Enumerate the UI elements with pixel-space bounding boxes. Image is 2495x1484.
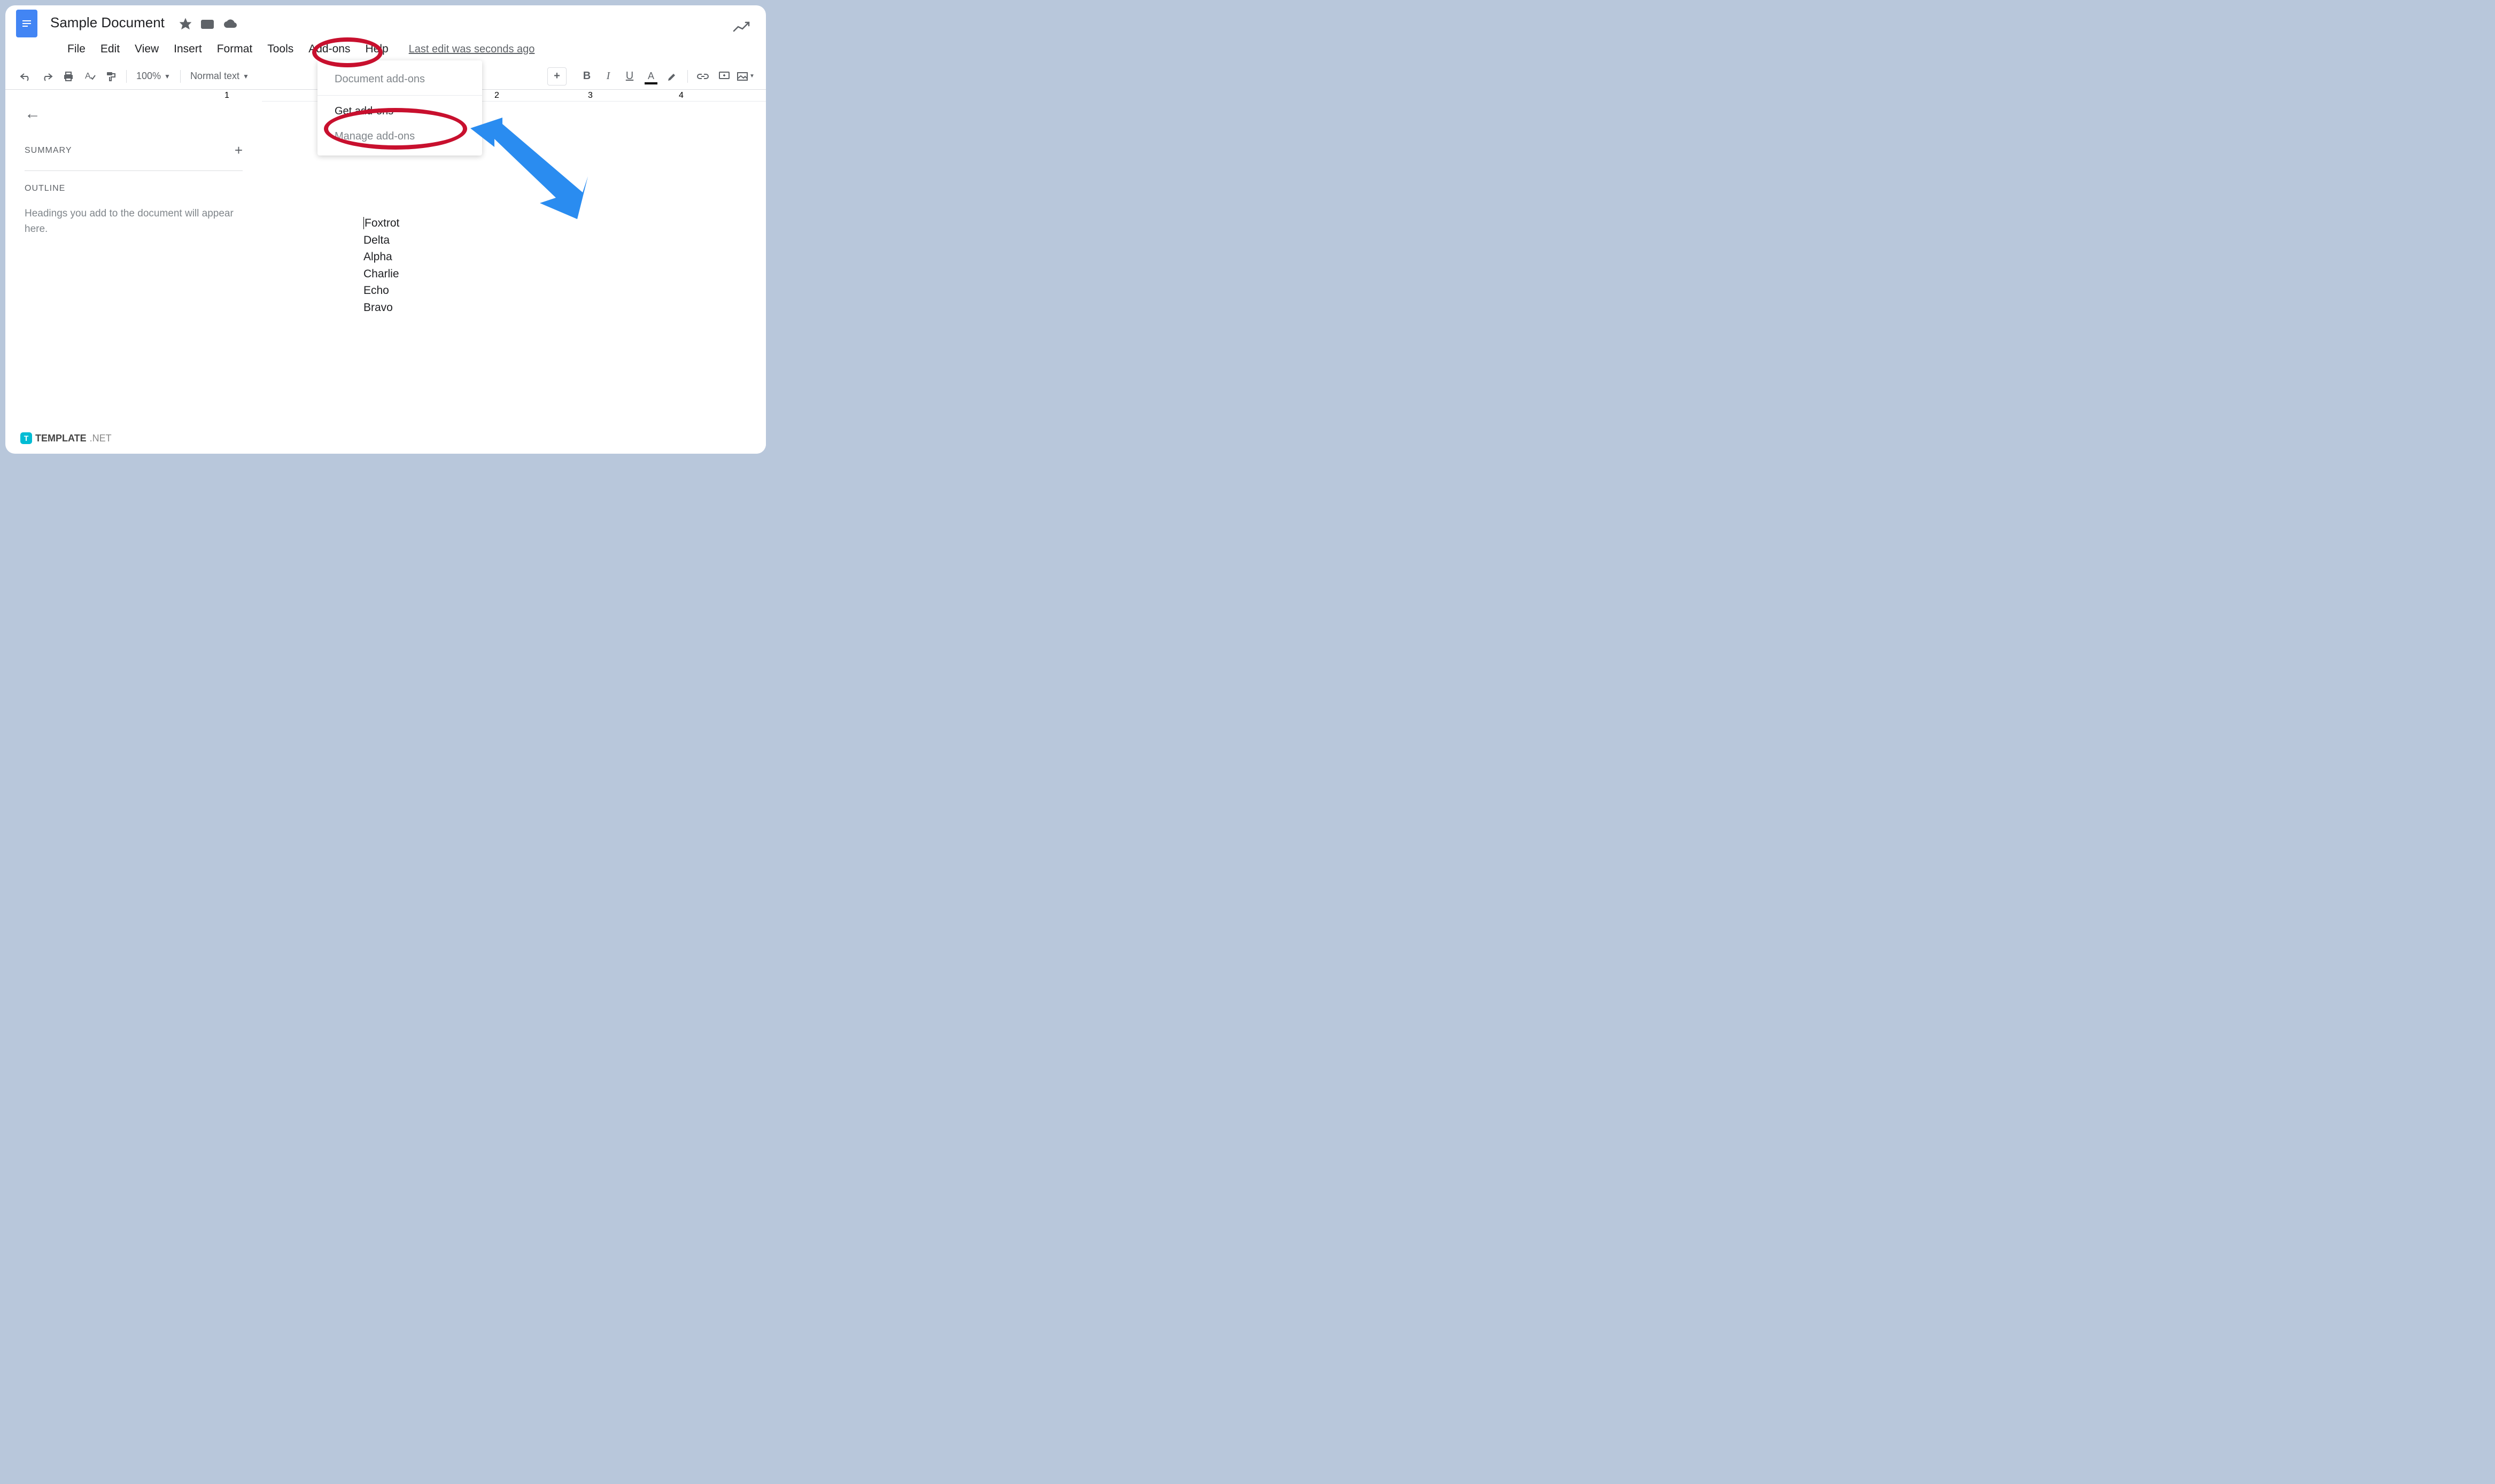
document-line: Alpha [363, 248, 734, 266]
addons-dropdown: Document add-ons Get add-ons Manage add-… [317, 60, 482, 156]
zoom-dropdown[interactable]: 100%▼ [132, 71, 175, 82]
bold-button[interactable]: B [577, 67, 596, 86]
menu-help[interactable]: Help [358, 40, 396, 59]
ruler-tick: 1 [224, 91, 229, 100]
caret-down-icon: ▼ [164, 73, 171, 80]
insert-link-button[interactable] [693, 67, 712, 86]
document-title[interactable]: Sample Document [50, 14, 165, 31]
highlight-button[interactable] [663, 67, 682, 86]
cloud-status-icon[interactable] [223, 19, 237, 32]
move-icon[interactable] [201, 19, 214, 32]
menu-view[interactable]: View [127, 40, 166, 59]
dropdown-item-manage-addons[interactable]: Manage add-ons [317, 124, 482, 149]
print-icon[interactable] [59, 67, 78, 86]
star-icon[interactable] [180, 18, 191, 33]
back-arrow-icon[interactable]: ← [25, 105, 41, 123]
last-edit-link[interactable]: Last edit was seconds ago [409, 43, 535, 56]
underline-button[interactable]: U [620, 67, 639, 86]
toolbar-separator [180, 70, 181, 83]
menu-format[interactable]: Format [210, 40, 260, 59]
toolbar-separator [687, 70, 688, 83]
italic-button[interactable]: I [599, 67, 618, 86]
ruler-tick: 4 [679, 91, 684, 100]
caret-down-icon: ▼ [243, 73, 249, 80]
watermark-suffix: .NET [90, 433, 112, 444]
document-line: Charlie [363, 266, 734, 283]
spellcheck-icon[interactable]: A [80, 67, 99, 86]
styles-dropdown[interactable]: Normal text▼ [186, 71, 253, 82]
toolbar-separator [126, 70, 127, 83]
menu-edit[interactable]: Edit [93, 40, 127, 59]
document-line: Foxtrot [363, 215, 734, 232]
redo-icon[interactable] [37, 67, 57, 86]
dropdown-separator [317, 95, 482, 96]
outline-label: OUTLINE [25, 184, 243, 193]
ruler-tick: 3 [588, 91, 593, 100]
activity-icon[interactable] [733, 20, 751, 36]
insert-image-button[interactable]: ▼ [736, 67, 755, 86]
docs-logo-icon[interactable] [16, 10, 37, 37]
add-summary-button[interactable]: + [235, 142, 243, 159]
dropdown-item-get-addons[interactable]: Get add-ons [317, 99, 482, 124]
summary-label: SUMMARY [25, 146, 72, 156]
menu-tools[interactable]: Tools [260, 40, 301, 59]
add-comment-button[interactable] [715, 67, 734, 86]
divider [25, 170, 243, 171]
document-line: Bravo [363, 299, 734, 316]
undo-icon[interactable] [16, 67, 35, 86]
paint-format-icon[interactable] [102, 67, 121, 86]
ruler-tick: 2 [494, 91, 499, 100]
menu-insert[interactable]: Insert [166, 40, 210, 59]
document-line: Echo [363, 282, 734, 299]
watermark-logo-icon: T [20, 432, 32, 444]
menu-addons[interactable]: Add-ons [301, 40, 358, 59]
font-size-increase-button[interactable]: + [547, 67, 567, 86]
outline-hint: Headings you add to the document will ap… [25, 206, 243, 237]
document-line: Delta [363, 232, 734, 249]
svg-text:A: A [85, 72, 91, 81]
text-color-button[interactable]: A [641, 67, 661, 86]
watermark: T TEMPLATE.NET [20, 432, 112, 444]
menu-file[interactable]: File [60, 40, 93, 59]
dropdown-item-document-addons[interactable]: Document add-ons [317, 67, 482, 92]
document-page[interactable]: Foxtrot Delta Alpha Charlie Echo Bravo [331, 198, 766, 454]
watermark-brand: TEMPLATE [35, 433, 87, 444]
